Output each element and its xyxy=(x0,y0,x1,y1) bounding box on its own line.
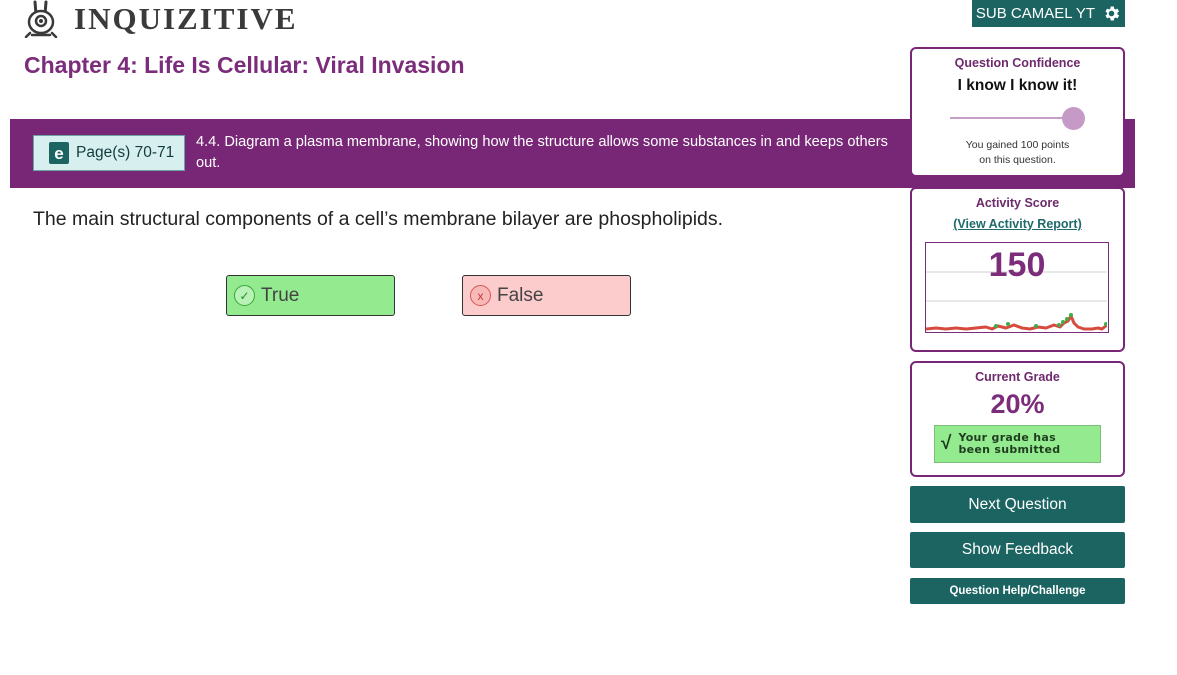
points-gained-line: on this question. xyxy=(979,154,1056,166)
next-question-button[interactable]: Next Question xyxy=(910,486,1125,523)
learning-objective: 4.4. Diagram a plasma membrane, showing … xyxy=(196,134,888,171)
question-confidence-card: Question Confidence I know I know it! Yo… xyxy=(910,47,1125,177)
answer-label: False xyxy=(497,284,544,306)
x-circle-icon: x xyxy=(470,285,491,306)
ebook-page-reference-button[interactable]: e Page(s) 70-71 xyxy=(33,135,185,171)
checkmark-icon: √ xyxy=(941,433,952,454)
view-activity-report-link[interactable]: (View Activity Report) xyxy=(912,217,1123,231)
page-reference-label: Page(s) 70-71 xyxy=(76,144,175,161)
answer-false-button[interactable]: x False xyxy=(462,275,631,316)
logo-text: INQUIZITIVE xyxy=(74,1,298,36)
inquizitive-logo: INQUIZITIVE xyxy=(22,0,298,38)
confidence-value: I know I know it! xyxy=(957,77,1078,94)
current-grade-card: Current Grade 20% √ Your grade has been … xyxy=(910,361,1125,477)
user-name: SUB CAMAEL YT xyxy=(975,5,1096,22)
chapter-title: Chapter 4: Life Is Cellular: Viral Invas… xyxy=(24,52,465,78)
question-prompt: The main structural components of a cell… xyxy=(33,208,724,230)
answer-true-button[interactable]: ✓ True xyxy=(226,275,395,316)
grade-submitted-message: Your grade has been submitted xyxy=(958,432,1060,456)
ebook-icon: e xyxy=(49,142,69,164)
grade-submitted-badge: √ Your grade has been submitted xyxy=(934,425,1101,463)
confidence-heading: Question Confidence xyxy=(954,56,1081,70)
grade-submitted-line: been submitted xyxy=(958,443,1061,456)
check-circle-icon: ✓ xyxy=(234,285,255,306)
activity-heading: Activity Score xyxy=(975,196,1060,210)
slider-track xyxy=(950,117,1072,119)
confidence-slider[interactable] xyxy=(950,107,1088,130)
grade-value: 20% xyxy=(990,389,1045,419)
question-help-challenge-button[interactable]: Question Help/Challenge xyxy=(910,578,1125,604)
activity-score-value: 150 xyxy=(988,246,1046,284)
activity-score-card: Activity Score (View Activity Report) 15… xyxy=(910,187,1125,352)
grade-heading: Current Grade xyxy=(975,370,1060,384)
slider-thumb[interactable] xyxy=(1062,107,1085,130)
activity-score-chart: 150 xyxy=(925,242,1109,333)
mascot-icon xyxy=(24,0,58,38)
gear-icon xyxy=(1105,6,1120,21)
answer-label: True xyxy=(261,284,300,306)
show-feedback-button[interactable]: Show Feedback xyxy=(910,532,1125,568)
points-gained-note: You gained 100 points on this question. xyxy=(912,138,1123,168)
user-menu-button[interactable]: SUB CAMAEL YT xyxy=(972,0,1125,27)
points-gained-line: You gained 100 points xyxy=(965,139,1070,151)
